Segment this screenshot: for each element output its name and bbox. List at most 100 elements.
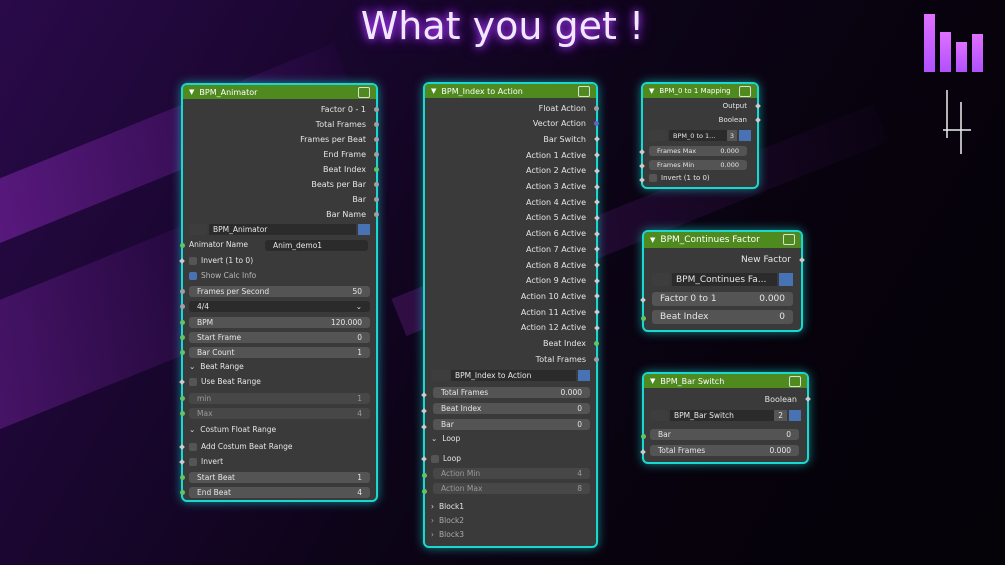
add-costum-checkbox[interactable]: Add Costum Beat Range xyxy=(189,442,292,451)
max-field[interactable]: Max 4 xyxy=(189,408,370,419)
output-socket-row: Bar xyxy=(183,193,379,207)
fake-user-icon[interactable] xyxy=(789,410,801,421)
node-bpm-0-to-1-mapping[interactable]: ▼ BPM_0 to 1 Mapping Output Boolean BPM_0… xyxy=(639,84,761,187)
total-frames-field[interactable]: Total Frames 0.000 xyxy=(433,387,590,398)
group-name[interactable]: BPM_Index to Action xyxy=(451,370,576,381)
node-tree-icon[interactable] xyxy=(189,224,207,235)
output-socket[interactable] xyxy=(594,293,600,300)
node-group-picker[interactable]: BPM_Bar Switch 2 xyxy=(650,409,801,422)
invert-checkbox-2[interactable]: Invert xyxy=(189,457,223,466)
animator-name-field[interactable]: Anim_demo1 xyxy=(265,240,368,251)
output-socket[interactable] xyxy=(594,199,600,206)
node-tree-icon[interactable] xyxy=(652,273,670,286)
group-name[interactable]: BPM_Continues Fa... xyxy=(672,273,777,286)
node-group-picker[interactable]: BPM_Index to Action xyxy=(431,369,590,382)
output-socket[interactable] xyxy=(374,121,379,127)
node-header[interactable]: ▼ BPM_Index to Action xyxy=(425,84,596,98)
total-frames-field[interactable]: Total Frames 0.000 xyxy=(650,445,799,456)
node-header[interactable]: ▼ BPM_Continues Factor xyxy=(644,232,801,248)
output-socket[interactable] xyxy=(594,121,599,127)
output-socket-row: Action 9 Active xyxy=(425,274,600,288)
node-tree-icon[interactable] xyxy=(649,130,667,141)
node-bpm-animator[interactable]: ▼ BPM_Animator Factor 0 - 1 Total Frames Fr… xyxy=(179,85,379,500)
beat-index-field[interactable]: Beat Index 0 xyxy=(433,403,590,414)
node-group-picker[interactable]: BPM_Animator xyxy=(189,223,370,236)
node-header[interactable]: ▼ BPM_Animator xyxy=(183,85,376,99)
output-socket[interactable] xyxy=(594,324,600,331)
output-socket[interactable] xyxy=(594,277,600,284)
output-socket-row: Action 1 Active xyxy=(425,148,600,162)
output-socket[interactable] xyxy=(374,166,379,172)
node-tree-icon[interactable] xyxy=(431,370,449,381)
min-field[interactable]: min 1 xyxy=(189,393,370,404)
output-socket[interactable] xyxy=(374,182,379,187)
output-socket[interactable] xyxy=(374,151,379,157)
end-beat-field[interactable]: End Beat 4 xyxy=(189,487,370,498)
fake-user-icon[interactable] xyxy=(739,130,751,141)
fake-user-icon[interactable] xyxy=(779,273,793,286)
node-header[interactable]: ▼ BPM_0 to 1 Mapping xyxy=(643,84,757,98)
node-group-picker[interactable]: BPM_0 to 1... 3 xyxy=(649,129,751,142)
loop-section[interactable]: ⌄ Loop xyxy=(431,434,460,443)
start-frame-field[interactable]: Start Frame 0 xyxy=(189,332,370,343)
output-socket[interactable] xyxy=(594,167,600,174)
frames-min-field[interactable]: Frames Min 0.000 xyxy=(649,160,747,170)
start-beat-field[interactable]: Start Beat 1 xyxy=(189,472,370,483)
output-socket[interactable] xyxy=(594,105,599,111)
output-label: Total Frames xyxy=(535,354,586,364)
invert-checkbox[interactable]: Invert (1 to 0) xyxy=(649,174,710,182)
invert-checkbox[interactable]: Invert (1 to 0) xyxy=(189,256,253,265)
output-socket[interactable] xyxy=(594,183,600,190)
group-name[interactable]: BPM_0 to 1... xyxy=(669,130,727,141)
node-header[interactable]: ▼ BPM_Bar Switch xyxy=(644,374,807,388)
output-socket[interactable] xyxy=(594,262,600,268)
node-bpm-index-to-action[interactable]: ▼ BPM_Index to Action Float Action Vector … xyxy=(421,84,600,546)
node-group-picker[interactable]: BPM_Continues Fa... xyxy=(652,272,793,287)
block3-section[interactable]: › Block3 xyxy=(431,530,464,539)
loop-checkbox[interactable]: Loop xyxy=(431,454,461,463)
output-socket[interactable] xyxy=(374,106,379,112)
bar-field[interactable]: Bar 0 xyxy=(433,419,590,430)
bar-count-field[interactable]: Bar Count 1 xyxy=(189,347,370,358)
show-calc-checkbox[interactable]: Show Calc Info xyxy=(189,271,256,280)
output-socket[interactable] xyxy=(594,136,600,143)
action-min-field[interactable]: Action Min 4 xyxy=(433,468,590,479)
costum-float-range-section[interactable]: ⌄ Costum Float Range xyxy=(189,425,276,434)
beat-index-field[interactable]: Beat Index 0 xyxy=(652,310,793,324)
output-socket[interactable] xyxy=(594,152,600,158)
output-socket[interactable] xyxy=(374,136,379,142)
chevron-down-icon[interactable]: ▼ xyxy=(650,377,655,385)
output-socket[interactable] xyxy=(594,341,599,346)
chevron-down-icon[interactable]: ▼ xyxy=(650,236,655,244)
output-socket[interactable] xyxy=(374,197,379,203)
output-socket[interactable] xyxy=(374,212,379,218)
node-icon xyxy=(358,87,370,98)
fake-user-icon[interactable] xyxy=(358,224,370,235)
group-name[interactable]: BPM_Bar Switch xyxy=(670,410,775,421)
factor-field[interactable]: Factor 0 to 1 0.000 xyxy=(652,292,793,306)
node-tree-icon[interactable] xyxy=(650,410,668,421)
node-bpm-bar-switch[interactable]: ▼ BPM_Bar Switch Boolean BPM_Bar Switch 2… xyxy=(640,374,811,462)
node-bpm-continues-factor[interactable]: ▼ BPM_Continues Factor New Factor BPM_Con… xyxy=(640,232,805,330)
chevron-down-icon[interactable]: ▼ xyxy=(649,87,654,95)
action-max-field[interactable]: Action Max 8 xyxy=(433,483,590,494)
time-signature-select[interactable]: 4/4 ⌄ xyxy=(189,301,370,312)
chevron-down-icon[interactable]: ▼ xyxy=(431,87,436,95)
block1-section[interactable]: › Block1 xyxy=(431,502,464,511)
chevron-down-icon[interactable]: ▼ xyxy=(189,88,194,96)
output-socket-row: Bar Switch xyxy=(425,132,600,146)
output-socket[interactable] xyxy=(594,356,599,362)
output-label: Boolean xyxy=(718,116,747,124)
bar-field[interactable]: Bar 0 xyxy=(650,429,799,440)
output-socket-row: Action 3 Active xyxy=(425,180,600,194)
use-beat-range-checkbox[interactable]: Use Beat Range xyxy=(189,377,261,386)
beat-range-section[interactable]: ⌄ Beat Range xyxy=(189,362,244,371)
frames-max-field[interactable]: Frames Max 0.000 xyxy=(649,146,747,156)
group-name[interactable]: BPM_Animator xyxy=(209,224,356,235)
block2-section[interactable]: › Block2 xyxy=(431,516,464,525)
fps-field[interactable]: Frames per Second 50 xyxy=(189,286,370,297)
bpm-field[interactable]: BPM 120.000 xyxy=(189,317,370,328)
output-socket-row: Action 7 Active xyxy=(425,242,600,256)
fake-user-icon[interactable] xyxy=(578,370,590,381)
output-socket[interactable] xyxy=(594,309,600,315)
